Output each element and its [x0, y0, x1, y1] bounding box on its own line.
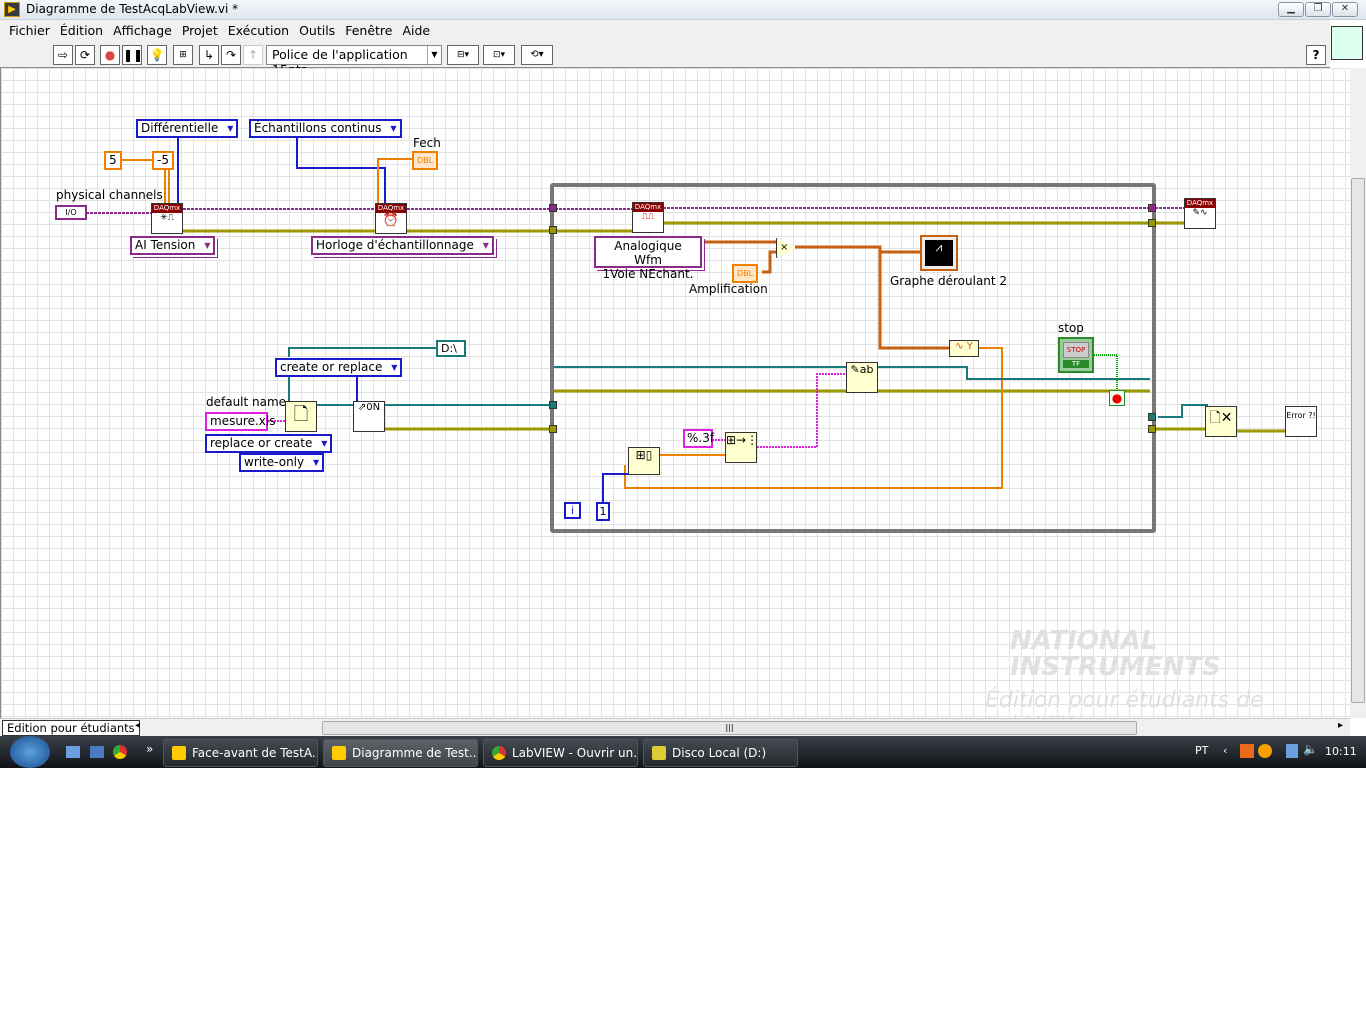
write-text-icon: ✎ab	[850, 363, 874, 376]
stop-label: stop	[1058, 321, 1084, 335]
refnum-tunnel	[549, 401, 557, 409]
dropdown-arrow-icon: ▼	[390, 124, 397, 133]
amplification-control[interactable]: DBL	[732, 264, 759, 283]
rate-wire	[377, 158, 413, 205]
horizontal-scrollbar[interactable]: Edition pour étudiants ◂ ||| ▸	[0, 718, 1350, 736]
open-file-node[interactable]: ⇗0N	[353, 401, 385, 432]
daqmx-read-node[interactable]: DAQmx ⎍⎍	[632, 202, 664, 233]
close-file-icon: 🗋✕	[1209, 410, 1233, 426]
scroll-left-arrow-icon[interactable]: ◂	[135, 720, 140, 731]
error-tunnel	[549, 425, 557, 433]
physical-channels-control[interactable]: I/O	[55, 205, 87, 220]
clock[interactable]: 10:11	[1325, 745, 1357, 758]
tray-update-icon[interactable]	[1258, 744, 1272, 758]
fech-label: Fech	[413, 136, 441, 150]
error-tunnel	[1148, 425, 1156, 433]
close-file-node[interactable]: 🗋✕	[1205, 406, 1237, 437]
document-icon: 🗋	[293, 404, 309, 425]
dropdown-arrow-icon: ▼	[227, 124, 234, 133]
min-value-constant[interactable]: -5	[152, 151, 174, 170]
labview-icon	[172, 746, 186, 760]
labview-icon	[332, 746, 346, 760]
physical-channels-label: physical channels	[56, 188, 163, 202]
volume-icon[interactable]: 🔈	[1303, 742, 1318, 756]
max-value-constant[interactable]: 5	[104, 151, 122, 170]
student-edition-label: Edition pour étudiants	[2, 720, 140, 736]
clock-icon: ⏰	[382, 213, 400, 228]
network-icon[interactable]	[1286, 744, 1298, 758]
channel-icon: ✳⎍	[160, 213, 174, 223]
quick-launch-expand-icon[interactable]: »	[146, 742, 153, 756]
array-icon: ⊞▯	[635, 448, 653, 462]
chrome-icon[interactable]	[113, 745, 127, 759]
fech-control[interactable]: DBL	[412, 151, 439, 170]
taskbar: » Face-avant de TestA... Diagramme de Te…	[0, 736, 1366, 768]
filename-constant[interactable]: mesure.xls	[205, 412, 275, 431]
chart-indicator[interactable]: ⩘	[920, 235, 958, 271]
iteration-terminal: i	[564, 502, 581, 519]
file-open-icon: ⇗0N	[357, 402, 381, 413]
error-tunnel	[1148, 219, 1156, 227]
vertical-scroll-thumb[interactable]	[1351, 178, 1365, 703]
dropdown-arrow-icon: ▼	[204, 241, 211, 250]
taskbar-item-diagramme[interactable]: Diagramme de Test...	[323, 739, 478, 767]
task-tunnel	[1148, 204, 1156, 212]
daqmx-clear-task-node[interactable]: DAQmx ✎∿	[1184, 198, 1216, 229]
write-only-enum[interactable]: write-only ▼	[239, 453, 325, 472]
taskbar-item-disco-local[interactable]: Disco Local (D:)	[643, 739, 798, 767]
array-to-spreadsheet-node[interactable]: ⊞→⋮	[725, 432, 759, 463]
ai-tension-selector[interactable]: AI Tension ▼	[130, 236, 216, 255]
build-array-node[interactable]: ⊞▯	[628, 447, 660, 475]
path-constant[interactable]: D:\	[436, 340, 466, 357]
default-name-label: default name	[206, 395, 287, 409]
dimension-constant[interactable]: 1	[596, 502, 610, 521]
chart-label: Graphe déroulant 2	[890, 274, 1008, 288]
create-or-replace-enum[interactable]: create or replace ▼	[275, 358, 403, 377]
show-desktop-icon[interactable]	[66, 746, 80, 758]
tray-app-icon[interactable]	[1240, 744, 1254, 758]
replace-or-create-enum[interactable]: replace or create ▼	[205, 434, 333, 453]
spreadsheet-icon: ⊞→⋮	[726, 433, 759, 447]
error-tunnel	[549, 226, 557, 234]
stop-button-terminal[interactable]: STOP TF	[1058, 337, 1094, 373]
get-waveform-y-node[interactable]: ∿ Y	[949, 340, 979, 357]
task-tunnel	[549, 204, 557, 212]
amplification-label: Amplification	[689, 282, 768, 296]
read-waveform-icon: ⎍⎍	[641, 212, 655, 222]
tray-expand-icon[interactable]: ‹	[1223, 744, 1227, 757]
loop-condition-icon[interactable]: ●	[1109, 390, 1125, 406]
vertical-scrollbar[interactable]	[1350, 68, 1366, 718]
terminal-config-enum[interactable]: Différentielle ▼	[136, 119, 239, 138]
folder-icon	[652, 746, 666, 760]
write-to-file-node[interactable]: ✎ab	[846, 362, 878, 393]
start-button[interactable]	[10, 736, 50, 768]
sample-clock-selector[interactable]: Horloge d'échantillonnage ▼	[311, 236, 494, 255]
simple-error-handler-node[interactable]: Error ?!	[1285, 406, 1317, 437]
sample-mode-wire	[296, 137, 386, 205]
daqmx-timing-node[interactable]: DAQmx ⏰	[375, 203, 407, 234]
chart-icon: ⩘	[925, 240, 953, 266]
chrome-icon	[492, 746, 506, 760]
read-mode-selector[interactable]: Analogique Wfm 1Voie NÉchant.	[594, 236, 702, 281]
sample-mode-enum[interactable]: Échantillons continus ▼	[249, 119, 402, 138]
eraser-icon: ✎∿	[1192, 208, 1208, 218]
language-indicator[interactable]: PT	[1195, 744, 1208, 757]
dropdown-arrow-icon: ▼	[312, 458, 320, 467]
daqmx-create-channel-node[interactable]: DAQmx ✳⎍	[151, 203, 183, 234]
format-constant[interactable]: %.3f	[683, 429, 714, 448]
dropdown-arrow-icon: ▼	[321, 439, 328, 448]
taskbar-item-face-avant[interactable]: Face-avant de TestA...	[163, 739, 318, 767]
refnum-tunnel	[1148, 413, 1156, 421]
taskbar-item-labview-ouvrir[interactable]: LabVIEW - Ouvrir un...	[483, 739, 638, 767]
scroll-right-arrow-icon[interactable]: ▸	[1338, 720, 1343, 731]
dropdown-arrow-icon: ▼	[391, 363, 398, 372]
horizontal-scroll-thumb[interactable]: |||	[322, 721, 1137, 735]
ni-watermark-brand: NATIONAL INSTRUMENTS	[1010, 626, 1221, 682]
waveform-icon: ∿	[955, 341, 964, 352]
file-dialog-node[interactable]: 🗋	[285, 401, 317, 432]
switch-windows-icon[interactable]	[90, 746, 104, 758]
dropdown-arrow-icon: ▼	[482, 241, 489, 250]
